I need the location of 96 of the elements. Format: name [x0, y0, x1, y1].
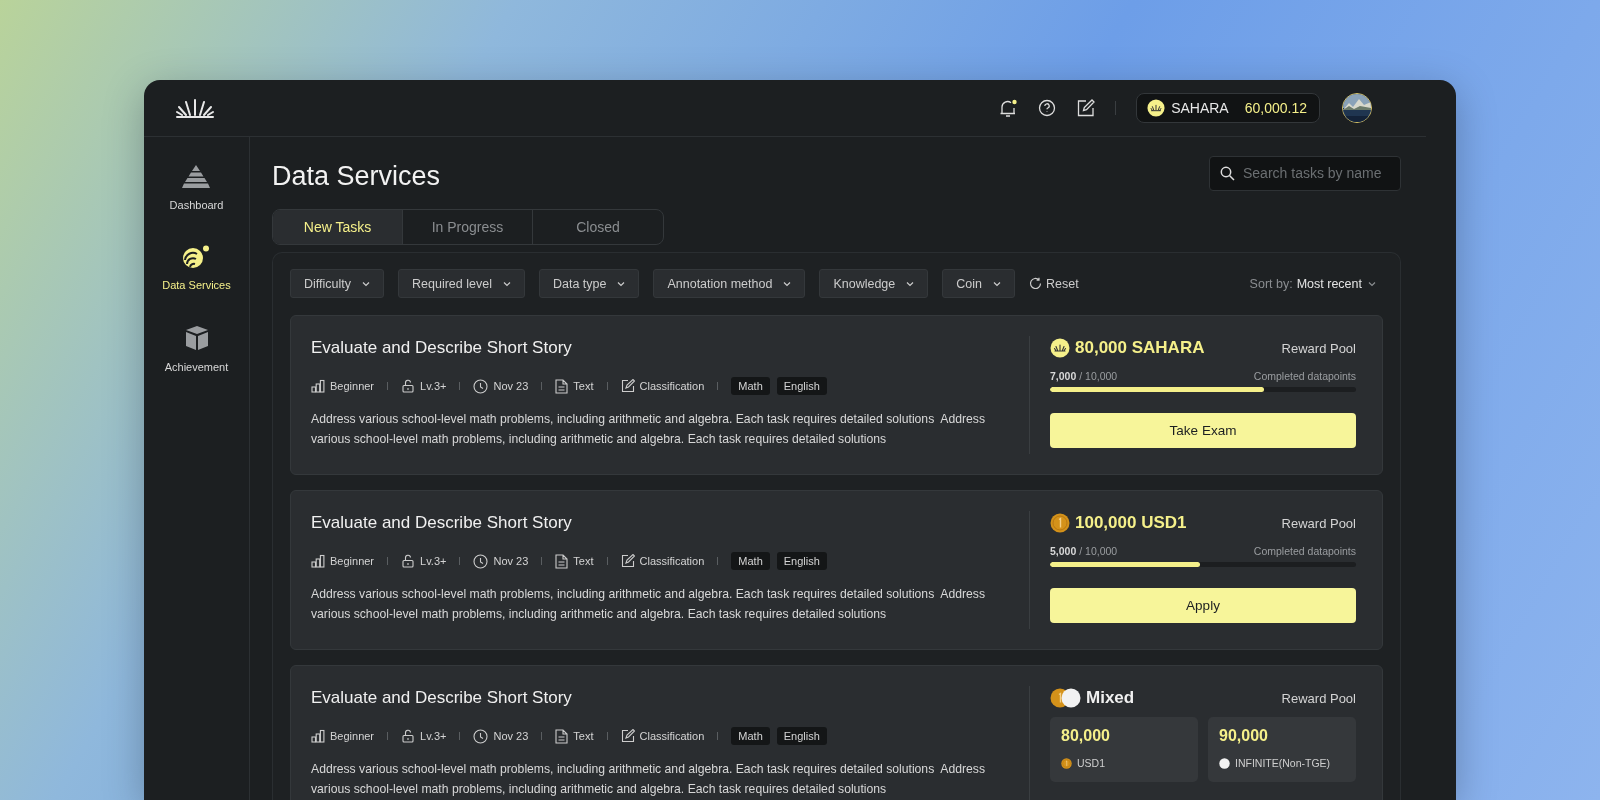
- coin-icon: [1050, 338, 1070, 358]
- bar-chart-icon: [311, 729, 325, 743]
- progress-label: Completed datapoints: [1253, 545, 1356, 557]
- task-title: Evaluate and Describe Short Story: [311, 688, 573, 708]
- coin-icon: [1147, 99, 1166, 117]
- sidebar-item[interactable]: Achievement: [164, 325, 229, 373]
- meta-label: Nov 23: [493, 730, 529, 742]
- document-icon: [555, 378, 569, 394]
- box-icon: [183, 325, 210, 351]
- meta-label: Classification: [639, 730, 705, 742]
- tag: English: [776, 552, 827, 570]
- task-card[interactable]: [290, 490, 1383, 650]
- progress-count: 7,000 / 10,000: [1050, 370, 1118, 382]
- tag: Math: [731, 552, 770, 570]
- reward-amount: 100,000 USD1: [1075, 513, 1187, 533]
- currency-label: SAHARA: [1171, 100, 1229, 116]
- task-description: Address various school-level math problems, including arithmetic and algebra. Each task requires detailed solutions Address various school-level math problems, including arithmetic and algebra. Each task requires detailed solutions: [311, 586, 987, 623]
- action-button[interactable]: Take Exam: [1050, 413, 1356, 448]
- page-title: Data Services: [272, 160, 441, 192]
- edit-icon: [620, 729, 635, 743]
- balance-pill[interactable]: SAHARA 60,000.12: [1136, 93, 1320, 123]
- task-card[interactable]: [290, 665, 1383, 800]
- filter-dropdown[interactable]: Difficulty: [290, 269, 384, 298]
- reward-label: Reward Pool: [1281, 690, 1356, 706]
- reward-amount: 80,000 SAHARA: [1075, 338, 1205, 358]
- tag: English: [776, 727, 827, 745]
- tag: Math: [731, 727, 770, 745]
- filter-dropdown[interactable]: Coin: [942, 269, 1015, 298]
- coin-name: INFINITE(Non-TGE): [1235, 757, 1331, 769]
- coin-icon: [1050, 513, 1070, 533]
- meta-label: Lv.3+: [420, 380, 447, 392]
- filter-dropdown[interactable]: Data type: [538, 269, 640, 298]
- task-card[interactable]: [290, 315, 1383, 475]
- avatar[interactable]: [1342, 93, 1372, 123]
- balance-amount: 60,000.12: [1244, 100, 1307, 116]
- meta-label: Lv.3+: [420, 555, 447, 567]
- unlock-icon: [401, 729, 416, 743]
- clock-icon: [473, 378, 489, 394]
- help-icon[interactable]: [1038, 99, 1057, 117]
- progress-count: 5,000 / 10,000: [1050, 545, 1118, 557]
- search-icon: [1220, 165, 1235, 181]
- reward-label: Reward Pool: [1281, 515, 1356, 531]
- planet-icon: [182, 245, 211, 269]
- tag: English: [776, 377, 827, 395]
- meta-label: Text: [573, 555, 594, 567]
- refresh-icon: [1029, 277, 1042, 290]
- pool-amount: 90,000: [1219, 727, 1269, 745]
- meta-label: Nov 23: [493, 380, 529, 392]
- tab[interactable]: In Progress: [403, 210, 533, 244]
- edit-icon[interactable]: [1077, 99, 1096, 117]
- coin-icon: [1219, 757, 1230, 769]
- edit-icon: [620, 554, 635, 568]
- meta-label: Beginner: [330, 555, 375, 567]
- meta-label: Beginner: [330, 380, 375, 392]
- reward-label: Reward Pool: [1281, 340, 1356, 356]
- reset-button[interactable]: Reset: [1029, 276, 1079, 291]
- sidebar-item[interactable]: Dashboard: [169, 165, 224, 211]
- sidebar-item[interactable]: Data Services: [162, 245, 231, 291]
- unlock-icon: [401, 554, 416, 568]
- meta-label: Beginner: [330, 730, 375, 742]
- unlock-icon: [401, 379, 416, 393]
- meta-label: Text: [573, 730, 594, 742]
- task-description: Address various school-level math problems, including arithmetic and algebra. Each task requires detailed solutions Address various school-level math problems, including arithmetic and algebra. Each task requires detailed solutions: [311, 761, 987, 798]
- clock-icon: [473, 728, 489, 744]
- sort-dropdown[interactable]: Sort by: Most recent: [1243, 275, 1383, 292]
- meta-label: Nov 23: [493, 555, 529, 567]
- task-title: Evaluate and Describe Short Story: [311, 513, 573, 533]
- pool-amount: 80,000: [1061, 727, 1111, 745]
- search-field[interactable]: Search tasks by name: [1209, 155, 1401, 191]
- pyramid-icon: [182, 165, 211, 189]
- document-icon: [555, 728, 569, 744]
- progress-label: Completed datapoints: [1253, 370, 1356, 382]
- bar-chart-icon: [311, 554, 325, 568]
- meta-label: Lv.3+: [420, 730, 447, 742]
- tag: Math: [731, 377, 770, 395]
- meta-label: Classification: [639, 555, 705, 567]
- bell-icon[interactable]: [999, 98, 1018, 118]
- task-title: Evaluate and Describe Short Story: [311, 338, 573, 358]
- task-description: Address various school-level math problems, including arithmetic and algebra. Each task requires detailed solutions Address various school-level math problems, including arithmetic and algebra. Each task requires detailed solutions: [311, 411, 987, 448]
- meta-label: Classification: [639, 380, 705, 392]
- bar-chart-icon: [311, 379, 325, 393]
- action-button[interactable]: Apply: [1050, 588, 1356, 623]
- reward-amount: Mixed: [1086, 688, 1135, 708]
- coin-icon: [1061, 757, 1072, 769]
- tab[interactable]: New Tasks: [273, 210, 403, 244]
- coins-icon: [1050, 688, 1081, 708]
- filter-dropdown[interactable]: Annotation method: [653, 269, 806, 298]
- meta-label: Text: [573, 380, 594, 392]
- logo-icon: [176, 98, 214, 118]
- edit-icon: [620, 379, 635, 393]
- tab[interactable]: Closed: [533, 210, 663, 244]
- coin-name: USD1: [1077, 757, 1105, 769]
- filter-dropdown[interactable]: Knowledge: [819, 269, 929, 298]
- document-icon: [555, 553, 569, 569]
- clock-icon: [473, 553, 489, 569]
- filter-dropdown[interactable]: Required level: [398, 269, 525, 298]
